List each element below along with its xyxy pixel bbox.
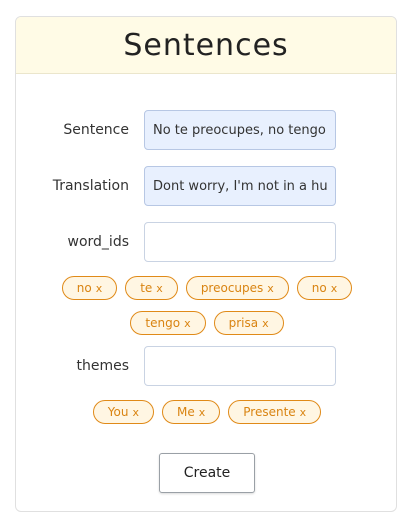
word-ids-row: word_ids bbox=[16, 222, 396, 262]
theme-tag[interactable]: Me x bbox=[162, 400, 221, 424]
word-ids-label: word_ids bbox=[67, 234, 129, 250]
theme-tag[interactable]: Presente x bbox=[228, 400, 322, 424]
translation-row: Translation bbox=[16, 166, 396, 206]
tag-label: preocupes bbox=[200, 281, 264, 295]
word-id-tag[interactable]: no x bbox=[296, 276, 353, 300]
remove-tag-icon[interactable]: x bbox=[267, 282, 274, 295]
tag-label: tengo bbox=[145, 316, 181, 330]
remove-tag-icon[interactable]: x bbox=[262, 317, 269, 330]
create-button[interactable]: Create bbox=[159, 453, 255, 493]
sentence-input[interactable] bbox=[144, 110, 336, 150]
theme-tag[interactable]: You x bbox=[92, 400, 154, 424]
page-title: Sentences bbox=[123, 27, 289, 63]
remove-tag-icon[interactable]: x bbox=[300, 406, 307, 419]
remove-tag-icon[interactable]: x bbox=[156, 282, 163, 295]
word-ids-tag-list: no x te x preocupes x no x tengo x prisa x bbox=[36, 276, 378, 335]
remove-tag-icon[interactable]: x bbox=[331, 282, 338, 295]
sentence-label: Sentence bbox=[63, 122, 129, 138]
tag-label: te bbox=[140, 281, 153, 295]
word-ids-input[interactable] bbox=[144, 222, 336, 262]
word-id-tag[interactable]: te x bbox=[125, 276, 178, 300]
themes-tag-list: You x Me x Presente x bbox=[36, 400, 378, 424]
themes-label: themes bbox=[76, 358, 129, 374]
themes-input[interactable] bbox=[144, 346, 336, 386]
word-id-tag[interactable]: no x bbox=[61, 276, 118, 300]
word-id-tag[interactable]: prisa x bbox=[213, 311, 284, 335]
translation-label: Translation bbox=[52, 178, 129, 194]
tag-label: Presente bbox=[243, 405, 296, 419]
card-header: Sentences bbox=[16, 17, 396, 74]
themes-row: themes bbox=[16, 346, 396, 386]
word-id-tag[interactable]: preocupes x bbox=[185, 276, 289, 300]
remove-tag-icon[interactable]: x bbox=[199, 406, 206, 419]
sentence-row: Sentence bbox=[16, 110, 396, 150]
remove-tag-icon[interactable]: x bbox=[96, 282, 103, 295]
translation-input[interactable] bbox=[144, 166, 336, 206]
tag-label: You bbox=[107, 405, 129, 419]
tag-label: no bbox=[311, 281, 327, 295]
tag-label: prisa bbox=[228, 316, 259, 330]
word-id-tag[interactable]: tengo x bbox=[130, 311, 206, 335]
remove-tag-icon[interactable]: x bbox=[184, 317, 191, 330]
tag-label: Me bbox=[177, 405, 195, 419]
remove-tag-icon[interactable]: x bbox=[132, 406, 139, 419]
tag-label: no bbox=[76, 281, 92, 295]
sentences-card: Sentences Sentence Translation word_ids … bbox=[15, 16, 397, 512]
